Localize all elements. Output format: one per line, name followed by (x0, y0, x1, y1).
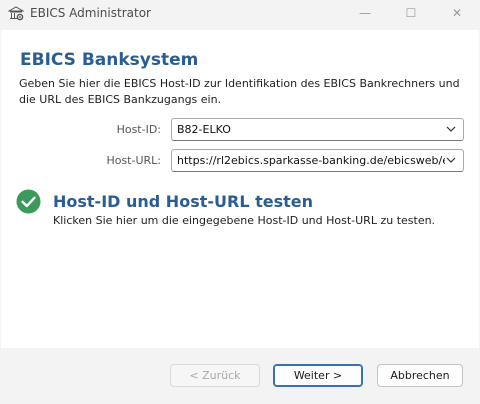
test-connection-description: Klicken Sie hier um die eingegebene Host… (53, 214, 436, 227)
page-description: Geben Sie hier die EBICS Host-ID zur Ide… (19, 77, 460, 106)
page-title: EBICS Banksystem (20, 50, 199, 70)
chevron-down-icon[interactable] (444, 122, 458, 136)
bank-gear-icon (8, 6, 24, 21)
next-button[interactable]: Weiter > (273, 364, 363, 387)
maximize-button[interactable]: ☐ (388, 0, 434, 26)
wizard-page: EBICS Banksystem Geben Sie hier die EBIC… (1, 30, 479, 348)
host-url-combobox[interactable]: https://rl2ebics.sparkasse-banking.de/eb… (171, 149, 464, 172)
title-bar: EBICS Administrator — ☐ ✕ (0, 0, 480, 26)
host-id-value: B82-ELKO (177, 123, 231, 136)
host-url-value: https://rl2ebics.sparkasse-banking.de/eb… (177, 154, 445, 167)
close-button[interactable]: ✕ (434, 0, 480, 26)
host-url-label: Host-URL: (106, 154, 161, 167)
host-id-combobox[interactable]: B82-ELKO (171, 118, 464, 141)
check-circle-icon[interactable] (16, 189, 41, 214)
window-title: EBICS Administrator (30, 6, 151, 20)
host-id-label: Host-ID: (116, 123, 161, 136)
minimize-button[interactable]: — (342, 0, 388, 26)
cancel-button[interactable]: Abbrechen (377, 364, 463, 387)
test-connection-link[interactable]: Host-ID und Host-URL testen (53, 192, 313, 211)
back-button[interactable]: < Zurück (170, 364, 260, 387)
chevron-down-icon[interactable] (444, 153, 458, 167)
